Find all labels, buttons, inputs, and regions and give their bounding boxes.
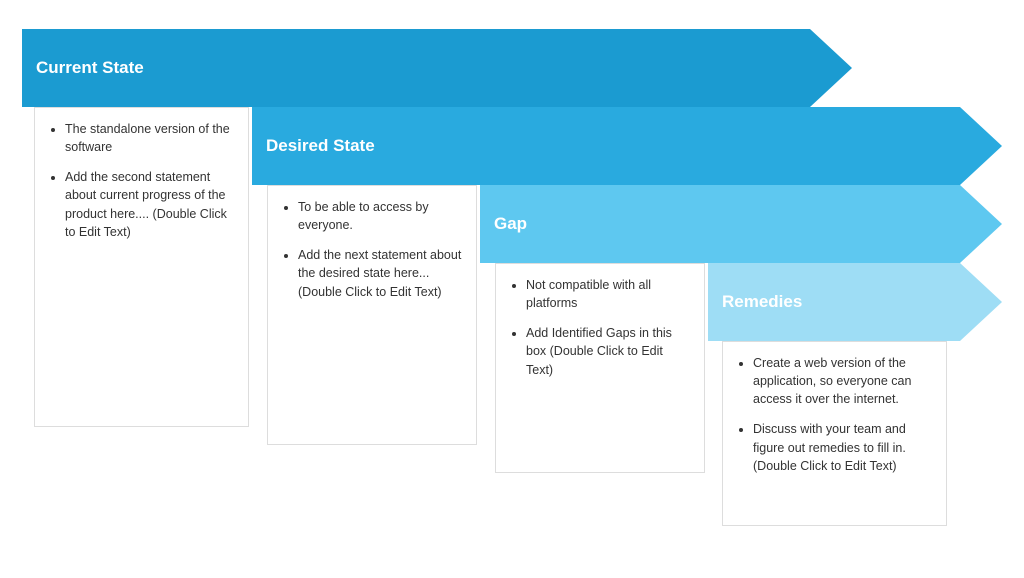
gap-list: Not compatible with all platforms Add Id… <box>510 276 690 379</box>
arrow-remedies-body: Remedies <box>708 263 960 341</box>
list-item: Add the second statement about current p… <box>65 168 234 241</box>
list-item: Create a web version of the application,… <box>753 354 932 408</box>
arrow-gap-title: Gap <box>494 214 527 234</box>
card-current-state[interactable]: The standalone version of the software A… <box>34 107 249 427</box>
arrow-remedies-point <box>960 263 1002 341</box>
arrow-desired-state: Desired State <box>252 107 1002 185</box>
current-state-list: The standalone version of the software A… <box>49 120 234 241</box>
arrow-gap-point <box>960 185 1002 263</box>
arrow-current-state-body: Current State <box>22 29 810 107</box>
list-item: Discuss with your team and figure out re… <box>753 420 932 474</box>
arrow-gap-body: Gap <box>480 185 960 263</box>
arrow-desired-state-body: Desired State <box>252 107 960 185</box>
diagram-container: Current State Desired State Gap Remedies… <box>22 29 1002 549</box>
list-item: Add the next statement about the desired… <box>298 246 462 300</box>
card-remedies[interactable]: Create a web version of the application,… <box>722 341 947 526</box>
list-item: The standalone version of the software <box>65 120 234 156</box>
arrow-current-state-point <box>810 29 852 107</box>
arrow-current-state-title: Current State <box>36 58 144 78</box>
arrow-remedies: Remedies <box>708 263 1002 341</box>
card-gap[interactable]: Not compatible with all platforms Add Id… <box>495 263 705 473</box>
arrow-remedies-title: Remedies <box>722 292 802 312</box>
remedies-list: Create a web version of the application,… <box>737 354 932 475</box>
card-desired-state[interactable]: To be able to access by everyone. Add th… <box>267 185 477 445</box>
list-item: Add Identified Gaps in this box (Double … <box>526 324 690 378</box>
arrow-gap: Gap <box>480 185 1002 263</box>
list-item: Not compatible with all platforms <box>526 276 690 312</box>
desired-state-list: To be able to access by everyone. Add th… <box>282 198 462 301</box>
arrow-desired-state-point <box>960 107 1002 185</box>
list-item: To be able to access by everyone. <box>298 198 462 234</box>
arrow-current-state: Current State <box>22 29 852 107</box>
arrow-desired-state-title: Desired State <box>266 136 375 156</box>
